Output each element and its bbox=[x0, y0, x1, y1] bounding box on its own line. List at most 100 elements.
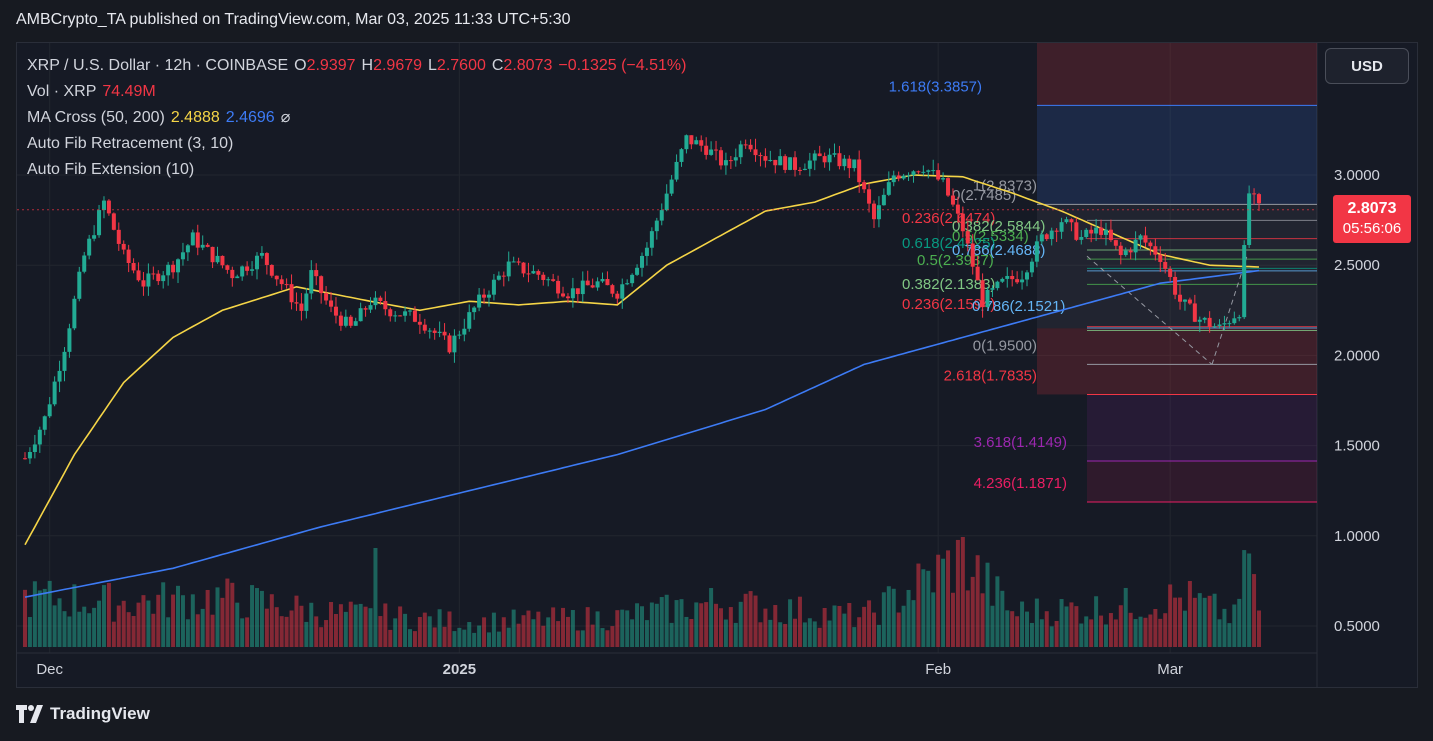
candle-body bbox=[689, 135, 694, 145]
candle-body bbox=[452, 335, 457, 353]
volume-bar bbox=[827, 620, 832, 647]
candle-body bbox=[531, 271, 536, 274]
volume-bar bbox=[936, 554, 941, 647]
candle-body bbox=[659, 210, 664, 221]
volume-bar bbox=[630, 619, 635, 647]
candle-body bbox=[526, 273, 531, 275]
volume-bar bbox=[1247, 553, 1252, 647]
hidden-icon[interactable]: ⌀ bbox=[281, 105, 291, 131]
legend-fib-retracement-row[interactable]: Auto Fib Retracement (3, 10) bbox=[27, 131, 686, 157]
candle-body bbox=[995, 281, 1000, 289]
candle-body bbox=[190, 232, 195, 246]
candle-body bbox=[462, 328, 467, 335]
candle-body bbox=[131, 263, 136, 271]
volume-bar bbox=[546, 617, 551, 647]
volume-bar bbox=[857, 617, 862, 647]
volume-label[interactable]: Vol · XRP bbox=[27, 79, 96, 105]
fib-retracement-label[interactable]: Auto Fib Retracement (3, 10) bbox=[27, 131, 233, 157]
volume-bar bbox=[486, 632, 491, 647]
volume-bar bbox=[1148, 614, 1153, 647]
volume-value: 74.49M bbox=[102, 83, 156, 100]
volume-bar bbox=[733, 622, 738, 647]
fib-zone-red bbox=[1037, 328, 1317, 395]
volume-bar bbox=[1034, 598, 1039, 647]
volume-bar bbox=[378, 616, 383, 647]
candle-body bbox=[561, 293, 566, 297]
volume-bar bbox=[284, 616, 289, 647]
volume-bar bbox=[176, 585, 181, 647]
legend-ma-row[interactable]: MA Cross (50, 200) 2.4888 2.4696 ⌀ bbox=[27, 105, 686, 131]
symbol-label[interactable]: XRP / U.S. Dollar · 12h · COINBASE bbox=[27, 53, 288, 79]
volume-bar bbox=[1118, 605, 1123, 647]
candle-body bbox=[319, 276, 324, 294]
volume-bar bbox=[847, 602, 852, 647]
last-price-tag: 2.8073 05:56:06 bbox=[1333, 195, 1411, 243]
candle-body bbox=[565, 296, 570, 299]
volume-bar bbox=[1010, 611, 1015, 647]
candle-body bbox=[1099, 227, 1104, 235]
candle-body bbox=[1158, 254, 1163, 262]
volume-bar bbox=[837, 605, 842, 647]
candle-body bbox=[704, 145, 709, 155]
candle-body bbox=[1133, 239, 1138, 253]
legend-symbol-row[interactable]: XRP / U.S. Dollar · 12h · COINBASE O2.93… bbox=[27, 53, 686, 79]
candle-body bbox=[1020, 279, 1025, 283]
volume-bar bbox=[783, 623, 788, 647]
volume-bar bbox=[294, 595, 299, 647]
candle-body bbox=[269, 264, 274, 276]
volume-bar bbox=[1222, 608, 1227, 647]
volume-bar bbox=[1212, 593, 1217, 647]
candle-body bbox=[1242, 245, 1247, 318]
volume-bar bbox=[812, 621, 817, 647]
volume-bar bbox=[911, 600, 916, 647]
volume-bar bbox=[1084, 616, 1089, 647]
volume-bar bbox=[699, 603, 704, 647]
candle-body bbox=[1207, 317, 1212, 327]
candle-body bbox=[990, 288, 995, 290]
candle-body bbox=[891, 175, 896, 183]
candle-body bbox=[57, 370, 62, 382]
volume-bar bbox=[417, 617, 422, 647]
volume-bar bbox=[1029, 622, 1034, 647]
candle-body bbox=[1217, 324, 1222, 327]
fib-extension-label[interactable]: Auto Fib Extension (10) bbox=[27, 157, 194, 183]
volume-bar bbox=[516, 623, 521, 647]
volume-bar bbox=[452, 631, 457, 647]
candle-body bbox=[911, 171, 916, 176]
legend-fib-extension-row[interactable]: Auto Fib Extension (10) bbox=[27, 157, 686, 183]
volume-bar bbox=[575, 630, 580, 647]
candle-body bbox=[1118, 245, 1123, 256]
legend-volume-row[interactable]: Vol · XRP 74.49M bbox=[27, 79, 686, 105]
x-tick-label: 2025 bbox=[443, 661, 476, 678]
ma-cross-label[interactable]: MA Cross (50, 200) bbox=[27, 105, 165, 131]
candle-body bbox=[353, 321, 358, 326]
volume-bar bbox=[482, 617, 487, 647]
candle-body bbox=[32, 444, 37, 453]
volume-bar bbox=[230, 582, 235, 647]
candle-body bbox=[388, 309, 393, 317]
volume-bar bbox=[1020, 601, 1025, 647]
volume-bar bbox=[521, 615, 526, 647]
candle-body bbox=[1237, 317, 1242, 319]
chart-frame[interactable]: 3.0000 2.5000 2.0000 1.5000 1.0000 0.5000 Dec 2… bbox=[16, 42, 1418, 688]
candle-body bbox=[778, 156, 783, 166]
volume-bar bbox=[551, 607, 556, 647]
volume-bar bbox=[87, 613, 92, 647]
candle-body bbox=[575, 288, 580, 295]
candle-body bbox=[279, 279, 284, 285]
volume-bar bbox=[383, 603, 388, 647]
volume-bar bbox=[1079, 623, 1084, 647]
candle-body bbox=[358, 308, 363, 322]
ohlc-open-value: 2.9397 bbox=[306, 57, 356, 74]
candle-body bbox=[733, 157, 738, 161]
candle-body bbox=[867, 189, 872, 204]
volume-bar bbox=[1108, 613, 1113, 647]
currency-button[interactable]: USD bbox=[1325, 48, 1409, 84]
candle-body bbox=[1192, 303, 1197, 322]
candle-body bbox=[121, 243, 126, 250]
candle-body bbox=[299, 303, 304, 311]
candle-body bbox=[97, 210, 102, 236]
volume-bar bbox=[299, 605, 304, 647]
volume-bar bbox=[1173, 597, 1178, 647]
volume-bar bbox=[304, 621, 309, 647]
